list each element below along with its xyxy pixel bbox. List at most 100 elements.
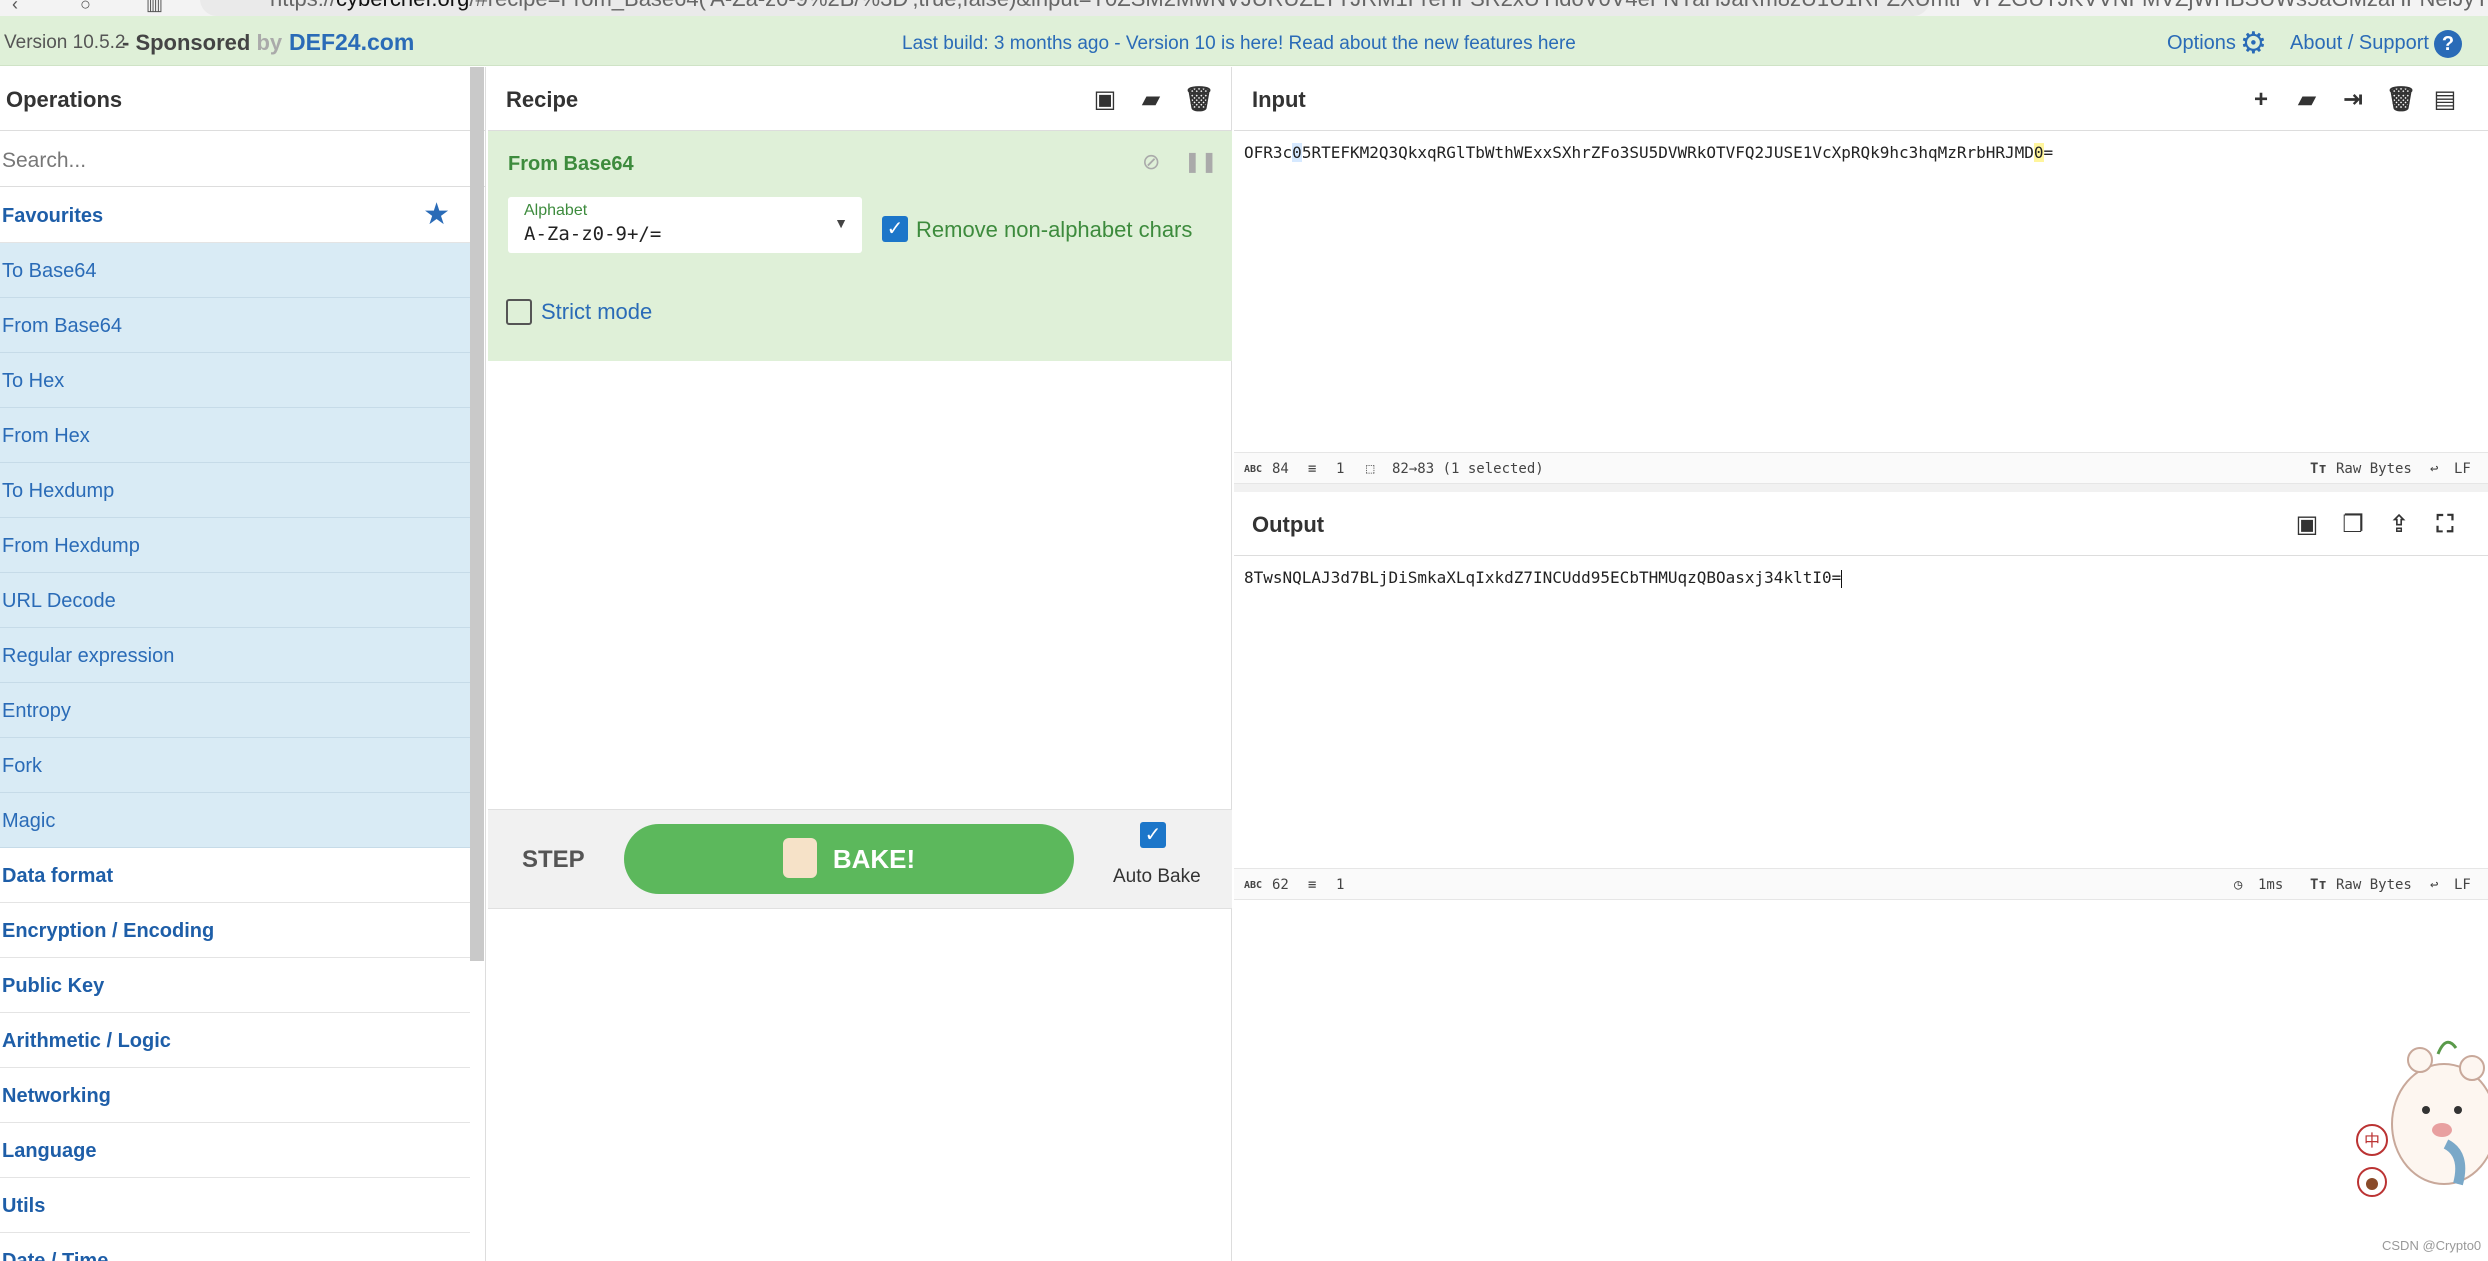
star-icon[interactable]: ★: [423, 200, 450, 230]
open-folder-icon[interactable]: ▰: [2294, 87, 2320, 113]
output-title: Output: [1252, 512, 1325, 537]
chevron-down-icon[interactable]: ▼: [834, 215, 848, 231]
back-icon[interactable]: ‹: [12, 0, 18, 15]
output-text[interactable]: 8TwsNQLAJ3d7BLjDiSmkaXLqIxkdZ7INCUdd95EC…: [1234, 556, 2488, 588]
gear-icon[interactable]: ⚙: [2240, 29, 2270, 59]
io-resize-handle[interactable]: [1234, 484, 2488, 492]
input-text-part: OFR3c: [1244, 143, 1293, 162]
output-status-bar: ABC 62 ≡ 1 ◷ 1ms Tт Raw Bytes ↩ LF: [1234, 868, 2488, 900]
build-notice-link[interactable]: Last build: 3 months ago - Version 10 is…: [902, 33, 1576, 55]
selection-icon: ⬚: [1366, 461, 1375, 477]
op-from-base64[interactable]: From Base64: [0, 298, 470, 353]
save-output-icon[interactable]: ▣: [2294, 512, 2320, 538]
input-selection: 82→83 (1 selected): [1392, 461, 1544, 477]
remove-nonalpha-checkbox[interactable]: ✓: [882, 216, 908, 242]
alphabet-label: Alphabet: [524, 202, 588, 219]
recipe-operation-from-base64[interactable]: From Base64 ⊘ ❚❚ Alphabet A-Za-z0-9+/= ▼…: [488, 131, 1232, 361]
clear-input-trash-icon[interactable]: 🗑: [2386, 87, 2416, 113]
length-icon: ABC: [1244, 880, 1263, 891]
copy-icon[interactable]: ❐: [2340, 512, 2366, 538]
save-recipe-icon[interactable]: ▣: [1092, 87, 1118, 113]
disable-operation-icon[interactable]: ⊘: [1142, 149, 1160, 175]
version-number: 10.5.2: [72, 32, 126, 53]
op-fork[interactable]: Fork: [0, 738, 470, 793]
strict-mode-checkbox[interactable]: [506, 299, 532, 325]
eol-icon[interactable]: ↩: [2430, 461, 2438, 477]
op-from-hexdump[interactable]: From Hexdump: [0, 518, 470, 573]
output-lines: 1: [1336, 877, 1345, 893]
url-text[interactable]: https://cyberchef.org/#recipe=From_Base6…: [270, 0, 2488, 12]
recipe-title: Recipe: [506, 87, 579, 112]
options-link[interactable]: Options: [2167, 32, 2236, 55]
lines-icon: ≡: [1308, 877, 1317, 893]
breakpoint-pause-icon[interactable]: ❚❚: [1184, 149, 1218, 174]
auto-bake-checkbox[interactable]: ✓: [1140, 822, 1166, 848]
help-icon[interactable]: ?: [2434, 30, 2462, 58]
add-tab-plus-icon[interactable]: +: [2248, 87, 2274, 113]
category-arithmetic-logic[interactable]: Arithmetic / Logic: [0, 1013, 470, 1068]
recipe-panel: Recipe ▣ ▰ 🗑 From Base64 ⊘ ❚❚ Alphabet A…: [488, 67, 1232, 1261]
output-eol[interactable]: LF: [2454, 877, 2471, 893]
text-encoding-icon[interactable]: Tт: [2310, 461, 2327, 477]
op-url-decode[interactable]: URL Decode: [0, 573, 470, 628]
open-file-icon[interactable]: ⇥: [2340, 87, 2366, 113]
input-title: Input: [1252, 87, 1306, 112]
category-data-format[interactable]: Data format: [0, 848, 470, 903]
category-utils[interactable]: Utils: [0, 1178, 470, 1233]
text-encoding-icon[interactable]: Tт: [2310, 877, 2327, 893]
output-length: 62: [1272, 877, 1289, 893]
strict-mode-label[interactable]: Strict mode: [541, 299, 652, 325]
replace-input-icon[interactable]: ⇪: [2386, 512, 2412, 538]
operations-scrollbar[interactable]: [470, 67, 484, 961]
reload-icon[interactable]: ○: [80, 0, 91, 15]
clear-recipe-trash-icon[interactable]: 🗑: [1184, 87, 1214, 113]
load-recipe-folder-icon[interactable]: ▰: [1138, 87, 1164, 113]
category-date-time[interactable]: Date / Time: [0, 1233, 470, 1261]
mascot-sticker-image: 中: [2356, 1040, 2488, 1197]
output-encoding[interactable]: Raw Bytes: [2336, 877, 2412, 893]
sponsored-label: - Sponsored by: [122, 30, 282, 56]
bake-button[interactable]: BAKE!: [624, 824, 1074, 894]
layout-icon[interactable]: ▤: [2432, 87, 2458, 113]
op-to-hexdump[interactable]: To Hexdump: [0, 463, 470, 518]
category-favourites[interactable]: Favourites ★: [0, 188, 470, 243]
category-language[interactable]: Language: [0, 1123, 470, 1178]
browser-address-bar[interactable]: ‹ ○ ▥ https://cyberchef.org/#recipe=From…: [0, 0, 2488, 16]
input-encoding[interactable]: Raw Bytes: [2336, 461, 2412, 477]
op-to-hex[interactable]: To Hex: [0, 353, 470, 408]
operations-panel: Operations Search... Favourites ★ To Bas…: [0, 67, 486, 1261]
sponsor-link[interactable]: DEF24.com: [289, 29, 414, 56]
op-magic[interactable]: Magic: [0, 793, 470, 848]
op-entropy[interactable]: Entropy: [0, 683, 470, 738]
version-info: Version 10.5.2: [4, 32, 125, 54]
step-button[interactable]: STEP: [522, 846, 585, 874]
op-regular-expression[interactable]: Regular expression: [0, 628, 470, 683]
top-banner: Version 10.5.2 - Sponsored by DEF24.com …: [0, 16, 2488, 66]
input-textarea[interactable]: OFR3c05RTEFKM2Q3QkxqRGlTbWthWExxSXhrZFo3…: [1234, 131, 2488, 162]
remove-nonalpha-label[interactable]: Remove non-alphabet chars: [916, 217, 1192, 243]
output-text-value: 8TwsNQLAJ3d7BLjDiSmkaXLqIxkdZ7INCUdd95EC…: [1244, 568, 1842, 587]
alphabet-value: A-Za-z0-9+/=: [524, 223, 662, 245]
favourites-label: Favourites: [2, 205, 104, 227]
eol-icon[interactable]: ↩: [2430, 877, 2438, 893]
input-text-part: 5RTEFKM2Q3QkxqRGlTbWthWExxSXhrZFo3SU5DVW…: [1301, 143, 2034, 162]
bake-controls: STEP BAKE! ✓ Auto Bake: [488, 809, 1232, 909]
op-from-hex[interactable]: From Hex: [0, 408, 470, 463]
category-networking[interactable]: Networking: [0, 1068, 470, 1123]
category-public-key[interactable]: Public Key: [0, 958, 470, 1013]
operations-search-input[interactable]: Search...: [0, 131, 485, 187]
about-support-link[interactable]: About / Support: [2290, 32, 2429, 55]
input-header: Input + ▰ ⇥ 🗑 ▤: [1234, 67, 2488, 131]
input-status-bar: ABC 84 ≡ 1 ⬚ 82→83 (1 selected) Tт Raw B…: [1234, 452, 2488, 484]
category-encryption-encoding[interactable]: Encryption / Encoding: [0, 903, 470, 958]
svg-text:中: 中: [2364, 1131, 2380, 1150]
sponsored-text: - Sponsored: [122, 30, 251, 55]
op-to-base64[interactable]: To Base64: [0, 243, 470, 298]
lines-icon: ≡: [1308, 461, 1317, 477]
auto-bake-label[interactable]: Auto Bake: [1113, 866, 1201, 888]
fullscreen-icon[interactable]: ⛶: [2432, 512, 2458, 538]
tabs-icon[interactable]: ▥: [146, 0, 163, 15]
alphabet-select[interactable]: Alphabet A-Za-z0-9+/= ▼: [508, 197, 862, 253]
sponsored-by-text: by: [256, 30, 283, 55]
input-eol[interactable]: LF: [2454, 461, 2471, 477]
